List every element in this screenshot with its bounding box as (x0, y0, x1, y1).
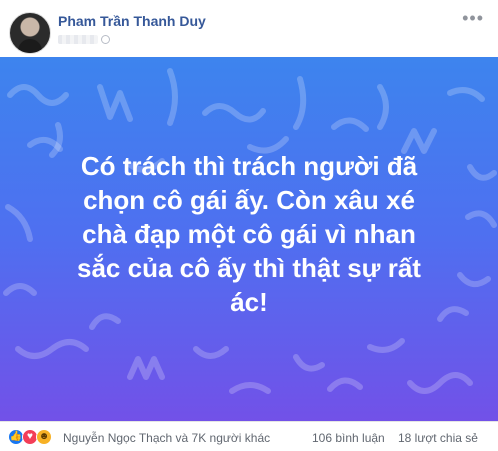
post-text: Có trách thì trách người đã chọn cô gái … (77, 151, 421, 317)
haha-icon: ☻ (36, 429, 52, 445)
globe-icon (101, 34, 110, 44)
reactions-summary[interactable]: Nguyễn Ngọc Thạch và 7K người khác (63, 431, 270, 445)
post-meta (58, 33, 114, 45)
avatar[interactable] (9, 12, 51, 54)
author-name[interactable]: Pham Trần Thanh Duy (58, 13, 206, 29)
shares-count[interactable]: 18 lượt chia sẻ (398, 431, 478, 445)
comments-count[interactable]: 106 bình luận (312, 431, 385, 445)
post-header: Pham Trần Thanh Duy ••• (0, 0, 498, 54)
more-options-button[interactable]: ••• (462, 8, 484, 29)
post-card: Có trách thì trách người đã chọn cô gái … (0, 57, 498, 421)
reaction-icons[interactable]: 👍 ♥ ☻ (8, 429, 56, 445)
blurred-timestamp (58, 34, 98, 44)
post-footer: 👍 ♥ ☻ Nguyễn Ngọc Thạch và 7K người khác… (0, 421, 498, 451)
